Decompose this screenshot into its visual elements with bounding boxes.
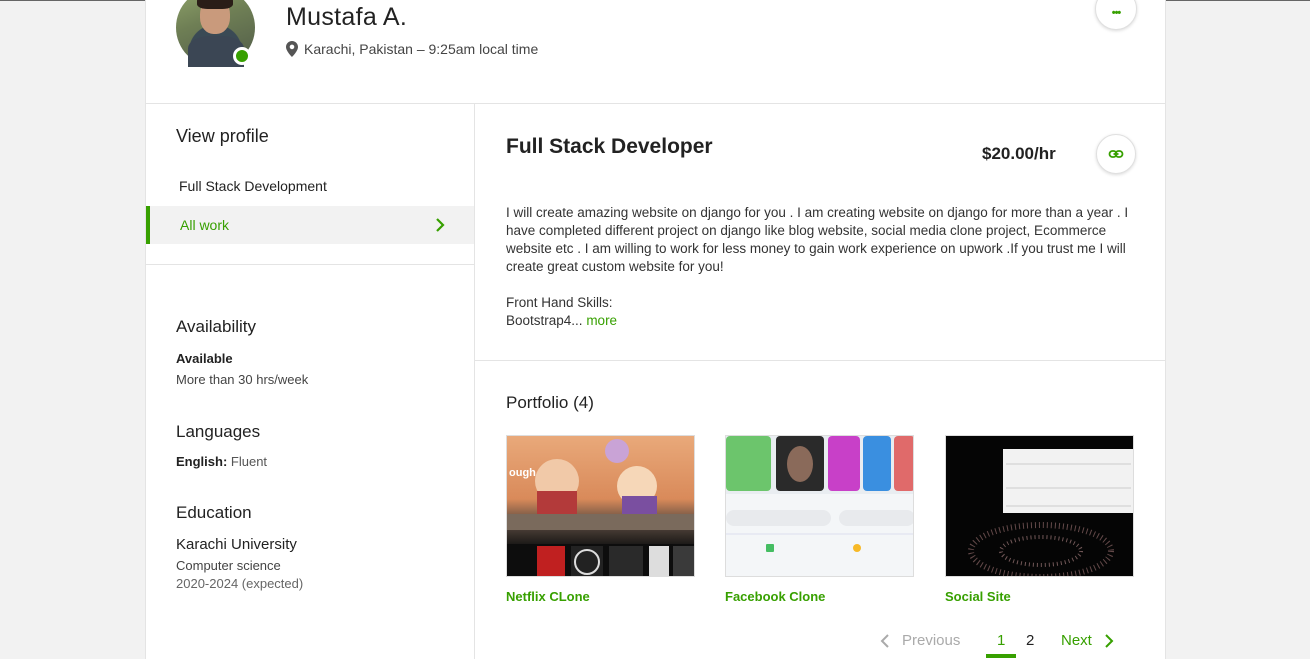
portfolio-divider: [475, 360, 1165, 361]
location-line: Karachi, Pakistan – 9:25am local time: [286, 41, 538, 57]
portfolio-caption[interactable]: Social Site: [945, 589, 1011, 604]
language-name: English:: [176, 454, 228, 469]
pagination-next[interactable]: Next: [1061, 632, 1114, 649]
education-heading: Education: [176, 503, 252, 522]
availability-status: Available: [176, 351, 233, 366]
location-pin-icon: [286, 41, 298, 57]
social-thumbnail-art: [968, 449, 1133, 576]
profile-description: I will create amazing website on django …: [506, 205, 1129, 274]
job-title: Full Stack Developer: [506, 135, 713, 158]
netflix-thumbnail-art: ough: [507, 439, 694, 576]
more-dots-icon: •••: [1111, 7, 1122, 19]
hourly-rate: $20.00/hr: [982, 144, 1056, 163]
sidebar-item-all-work[interactable]: All work: [146, 206, 474, 244]
column-divider: [474, 103, 475, 659]
online-status-dot: [233, 47, 251, 65]
language-entry: English: Fluent: [176, 454, 267, 469]
view-profile-heading: View profile: [176, 126, 269, 146]
header-divider: [146, 103, 1165, 104]
sidebar-divider: [146, 264, 474, 265]
profile-card: Mustafa A. Karachi, Pakistan – 9:25am lo…: [145, 0, 1166, 659]
skills-heading: Front Hand Skills:: [506, 295, 613, 310]
pagination-next-label: Next: [1061, 632, 1092, 649]
skills-text: Front Hand Skills: Bootstrap4... more: [506, 294, 617, 330]
link-icon: [1108, 150, 1124, 158]
skills-preview: Bootstrap4...: [506, 313, 583, 328]
education-years: 2020-2024 (expected): [176, 576, 304, 591]
portfolio-thumbnail-facebook[interactable]: [725, 435, 914, 577]
portfolio-heading: Portfolio (4): [506, 393, 594, 412]
portfolio-thumbnail-netflix[interactable]: ough: [506, 435, 695, 577]
chevron-right-icon: [1105, 633, 1114, 648]
chevron-left-icon: [880, 633, 889, 648]
pagination-previous-label: Previous: [902, 632, 961, 649]
pagination-page-2[interactable]: 2: [1026, 632, 1034, 649]
facebook-thumbnail-art: [726, 436, 913, 552]
svg-text:ough: ough: [509, 467, 536, 479]
pagination-previous[interactable]: Previous: [880, 632, 960, 649]
sidebar-item-label: All work: [180, 217, 230, 233]
copy-link-button[interactable]: [1096, 134, 1136, 174]
availability-hours: More than 30 hrs/week: [176, 372, 309, 387]
portfolio-caption[interactable]: Facebook Clone: [725, 589, 825, 604]
languages-heading: Languages: [176, 422, 261, 441]
more-options-button[interactable]: •••: [1095, 0, 1137, 30]
availability-heading: Availability: [176, 317, 257, 336]
profile-name: Mustafa A.: [286, 3, 408, 31]
location-text: Karachi, Pakistan – 9:25am local time: [304, 41, 539, 57]
education-field: Computer science: [176, 558, 281, 573]
portfolio-thumbnail-social[interactable]: [945, 435, 1134, 577]
sidebar-item-full-stack-development[interactable]: Full Stack Development: [146, 167, 474, 205]
education-school: Karachi University: [176, 536, 297, 553]
language-level: Fluent: [230, 454, 268, 469]
portfolio-caption[interactable]: Netflix CLone: [506, 589, 590, 604]
sidebar-item-label: Full Stack Development: [179, 178, 327, 194]
more-link[interactable]: more: [586, 313, 617, 328]
pagination-page-1[interactable]: 1: [997, 632, 1005, 649]
current-page-indicator: [986, 654, 1016, 658]
chevron-right-icon: [436, 218, 445, 232]
